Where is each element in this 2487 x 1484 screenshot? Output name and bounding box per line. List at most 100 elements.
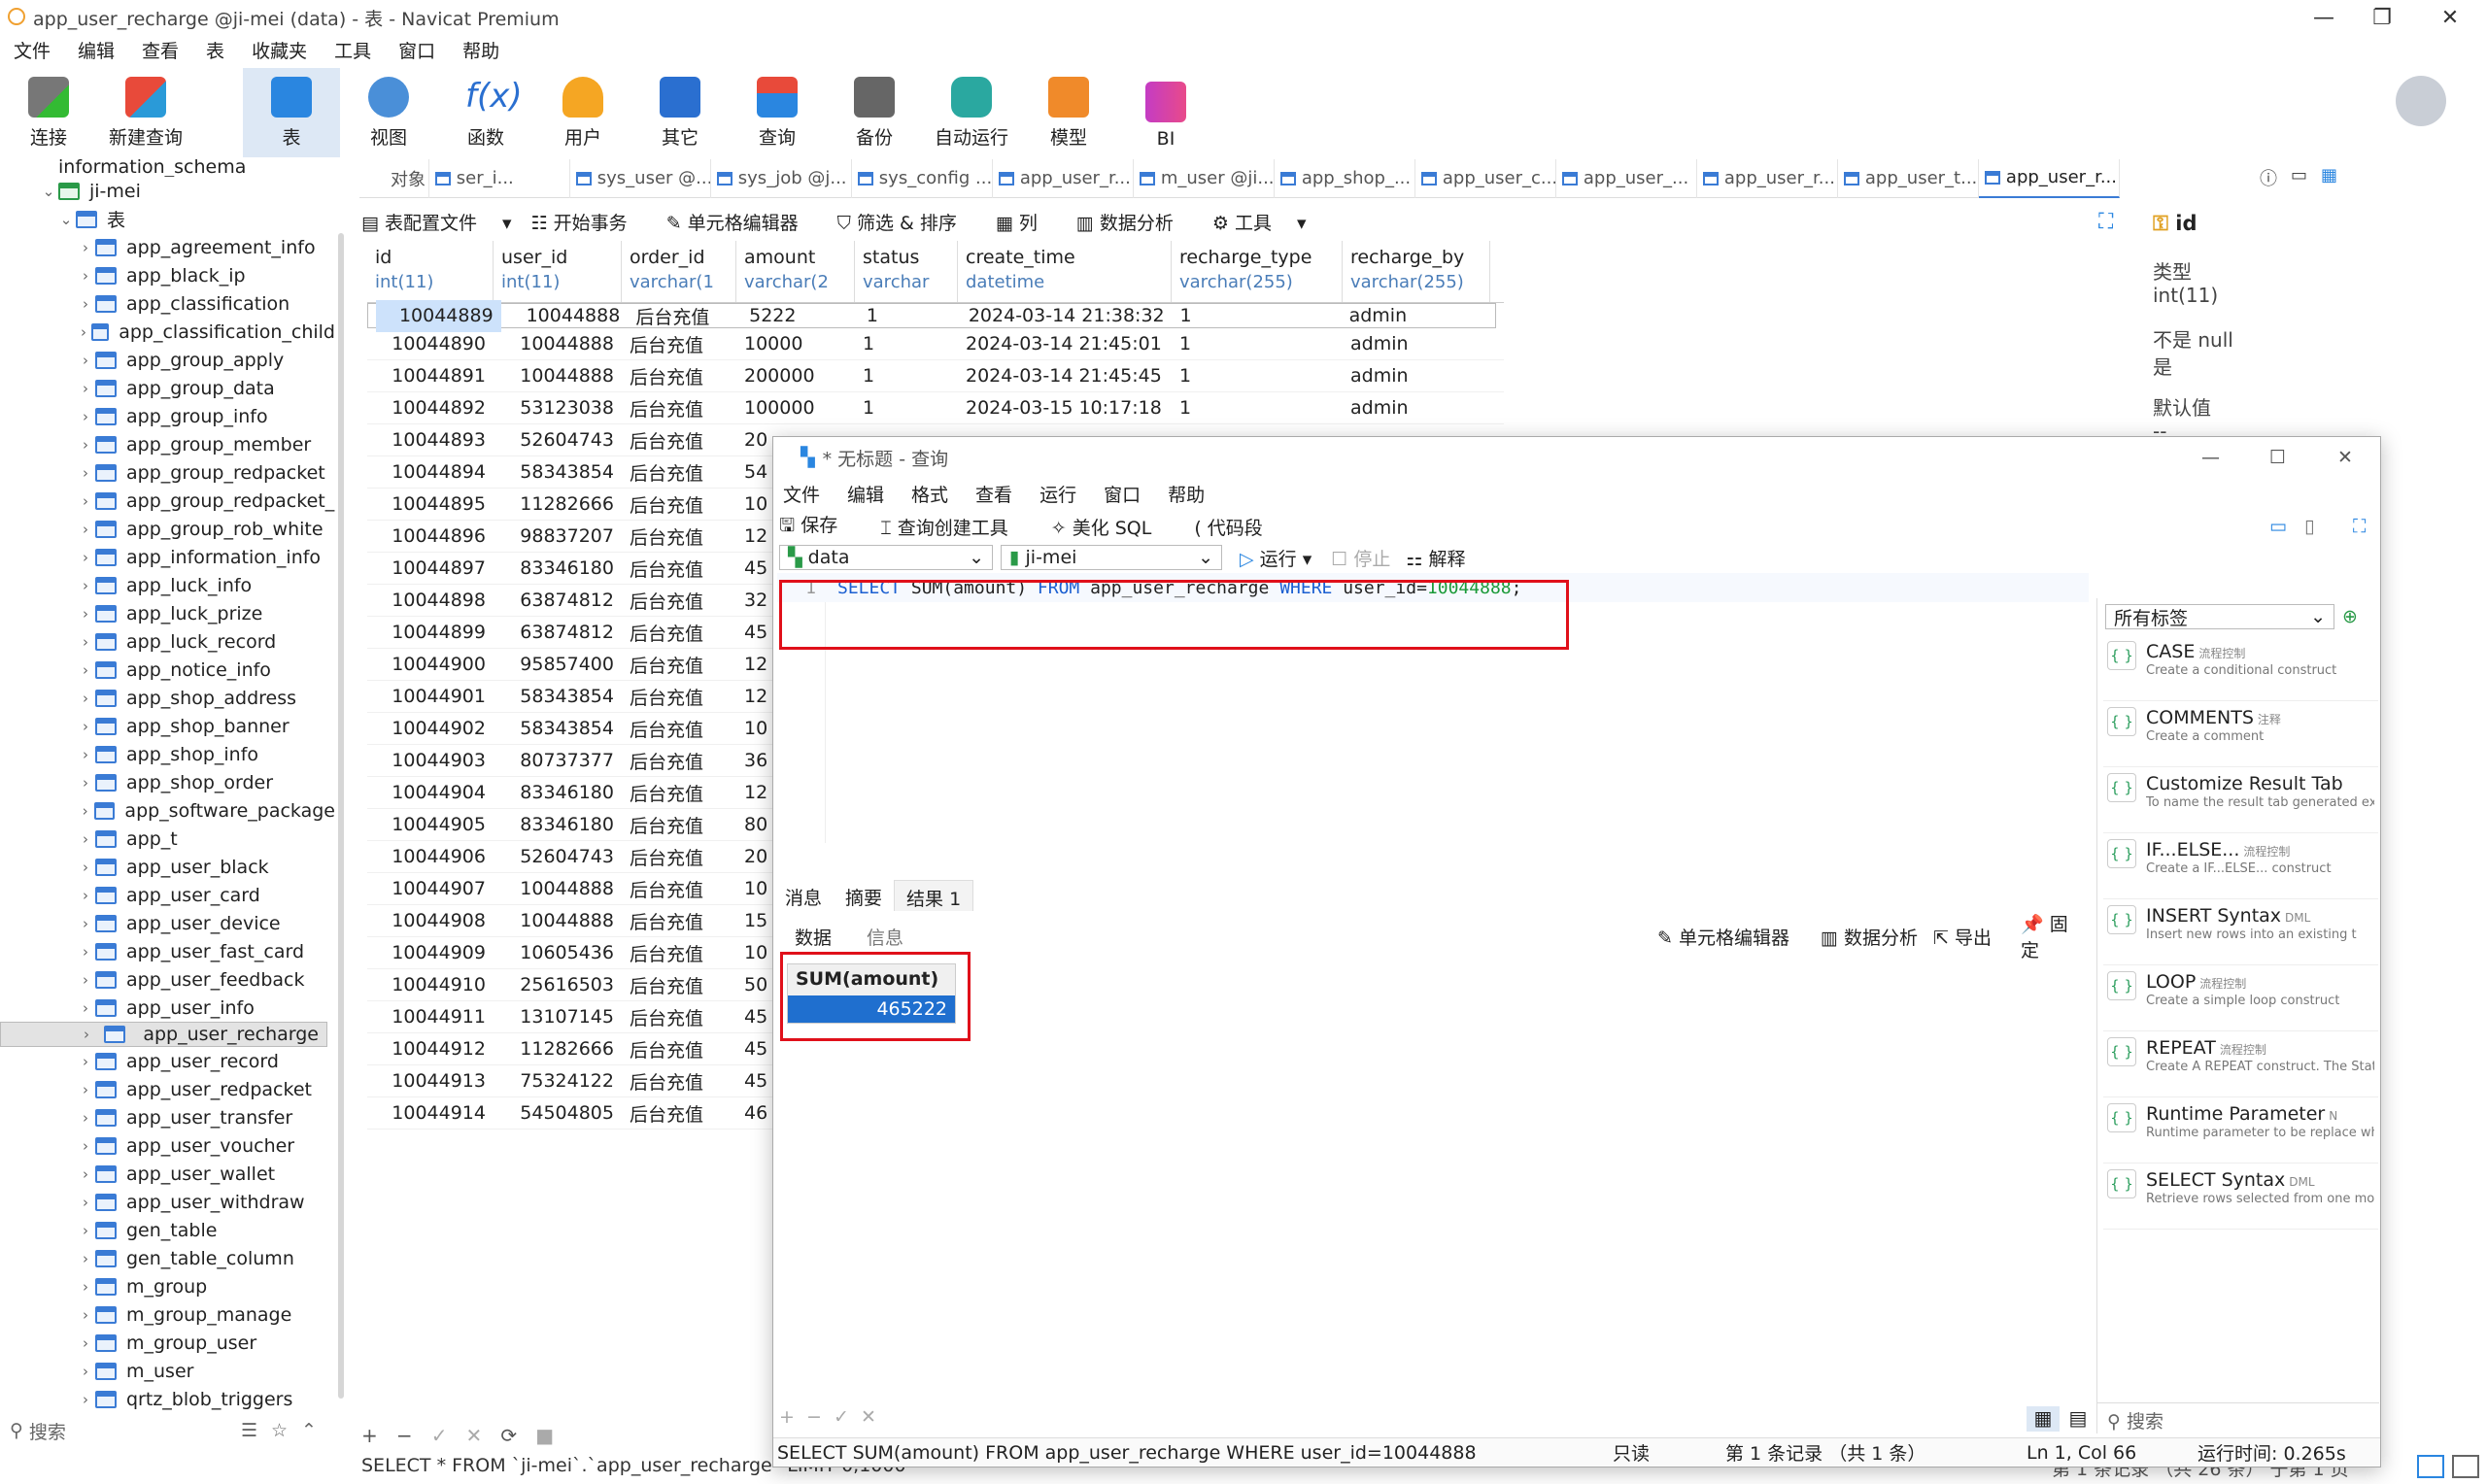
table-cell[interactable]: 后台充值 <box>622 523 736 550</box>
query-minimize-button[interactable]: — <box>2201 447 2220 468</box>
connect-button[interactable]: 连接 <box>0 68 97 157</box>
table-cell[interactable]: 63874812 <box>494 590 622 611</box>
pin-button[interactable]: 📌 固定 <box>2021 910 2085 962</box>
maximize-button[interactable]: ❐ <box>2351 0 2413 35</box>
tree-table-item[interactable]: › app_user_info <box>0 994 335 1022</box>
tree-table-item[interactable]: › qrtz_blob_triggers <box>0 1385 335 1410</box>
table-cell[interactable]: 后台充值 <box>622 1036 736 1062</box>
tab-objects[interactable]: 对象 <box>359 158 429 198</box>
snippet-item[interactable]: { } IF...ELSE... 流程控制 Create a IF...ELSE...… <box>2103 833 2378 899</box>
table-cell[interactable]: 10044905 <box>367 814 494 835</box>
table-cell[interactable]: 2024-03-14 21:38:32 <box>961 305 1173 326</box>
tree-table-item[interactable]: › app_user_voucher <box>0 1131 335 1160</box>
add-icon[interactable]: + <box>779 1406 795 1428</box>
table-cell[interactable]: 95857400 <box>494 654 622 675</box>
check-icon[interactable]: ✓ <box>834 1406 849 1428</box>
tree-table-item[interactable]: › app_user_wallet <box>0 1160 335 1188</box>
table-cell[interactable]: 58343854 <box>494 461 622 483</box>
chevron-right-icon[interactable]: › <box>76 1194 95 1211</box>
export-button[interactable]: ⇱ 导出 <box>1933 924 1992 950</box>
save-button[interactable]: 🖫 保存 <box>779 511 859 543</box>
table-cell[interactable]: 53123038 <box>494 397 622 419</box>
column-header[interactable]: order_id varchar(1 <box>622 241 736 302</box>
table-cell[interactable]: 10044912 <box>367 1038 494 1060</box>
tree-table-item[interactable]: › app_user_device <box>0 909 335 937</box>
result-analysis-button[interactable]: ▥ 数据分析 <box>1821 924 1918 950</box>
query-button[interactable]: 查询 <box>729 68 826 157</box>
table-cell[interactable]: 后台充值 <box>622 427 736 454</box>
tree-search-bar[interactable]: ⚲ 搜索 ☰ ☆ ⌃ <box>0 1413 335 1448</box>
table-cell[interactable]: 58343854 <box>494 686 622 707</box>
chevron-right-icon[interactable]: › <box>76 971 95 989</box>
chevron-right-icon[interactable]: › <box>76 1081 95 1098</box>
table-cell[interactable]: 10044888 <box>494 878 622 899</box>
chevron-right-icon[interactable]: › <box>76 1278 95 1296</box>
chevron-right-icon[interactable]: › <box>76 718 95 735</box>
table-cell[interactable]: 1 <box>859 305 961 326</box>
table-cell[interactable]: 10044888 <box>501 305 629 326</box>
tree-table-item[interactable]: › app_classification_child <box>0 318 335 346</box>
table-profile-button[interactable]: ▤ 表配置文件 ▾ <box>361 209 512 235</box>
table-cell[interactable]: 10044893 <box>367 429 494 451</box>
tree-table-item[interactable]: › gen_table <box>0 1216 335 1244</box>
chevron-right-icon[interactable]: › <box>76 830 95 848</box>
result-cell-editor-button[interactable]: ✎ 单元格编辑器 <box>1657 924 1789 950</box>
chevron-right-icon[interactable]: › <box>76 746 95 763</box>
tree-table-item[interactable]: › app_shop_address <box>0 684 335 712</box>
tree-table-item[interactable]: › app_user_card <box>0 881 335 909</box>
table-cell[interactable]: 10044889 <box>376 299 501 332</box>
expand-icon[interactable]: ⛶ <box>2098 210 2113 234</box>
table-cell[interactable]: 52604743 <box>494 429 622 451</box>
schema-select[interactable]: ▮ ji-mei ⌄ <box>1001 545 1222 570</box>
tree-table-item[interactable]: › app_agreement_info <box>0 233 335 261</box>
snippet-item[interactable]: { } Runtime Parameter N Runtime parameter t… <box>2103 1097 2378 1164</box>
function-button[interactable]: f(x) 函数 <box>437 68 534 157</box>
tree-table-item[interactable]: › app_user_feedback <box>0 965 335 994</box>
tree-table-item[interactable]: › app_notice_info <box>0 656 335 684</box>
table-cell[interactable]: 10044891 <box>367 365 494 387</box>
menu-edit[interactable]: 编辑 <box>64 37 128 66</box>
table-cell[interactable]: 10044898 <box>367 590 494 611</box>
table-cell[interactable]: 52604743 <box>494 846 622 867</box>
table-cell[interactable]: 后台充值 <box>622 1004 736 1030</box>
table-cell[interactable]: 后台充值 <box>622 908 736 934</box>
table-cell[interactable]: 1 <box>855 333 958 354</box>
table-cell[interactable]: 后台充值 <box>622 716 736 742</box>
add-snippet-icon[interactable]: ⊕ <box>2342 606 2358 627</box>
table-cell[interactable]: 2024-03-14 21:45:01 <box>958 333 1172 354</box>
chevron-right-icon[interactable]: › <box>76 1391 95 1408</box>
table-cell[interactable]: 83346180 <box>494 782 622 803</box>
chevron-right-icon[interactable]: › <box>76 1109 95 1127</box>
layout-split-icon[interactable]: ▭ <box>2269 516 2287 537</box>
object-tab[interactable]: app_shop_... <box>1275 158 1415 198</box>
table-cell[interactable]: 10044897 <box>367 557 494 579</box>
table-cell[interactable]: admin <box>1343 365 1490 387</box>
table-cell[interactable]: 1 <box>1172 305 1341 326</box>
table-cell[interactable]: 后台充值 <box>622 940 736 966</box>
tree-table-item[interactable]: › app_user_recharge <box>0 1022 327 1047</box>
tree-table-item[interactable]: › app_group_redpacket_ <box>0 487 335 515</box>
chevron-down-icon[interactable]: ⌄ <box>56 211 76 228</box>
table-cell[interactable]: 后台充值 <box>622 459 736 486</box>
layout-form-icon[interactable] <box>2452 1455 2479 1478</box>
object-tab[interactable]: app_user_c... <box>1415 158 1556 198</box>
qmenu-edit[interactable]: 编辑 <box>837 481 902 507</box>
apply-icon[interactable]: ✓ <box>431 1424 448 1447</box>
chevron-right-icon[interactable]: › <box>76 577 95 594</box>
tree-table-item[interactable]: › app_shop_banner <box>0 712 335 740</box>
table-cell[interactable]: 54504805 <box>494 1102 622 1124</box>
chevron-right-icon[interactable]: › <box>76 690 95 707</box>
snippet-item[interactable]: { } Customize Result Tab To name the resul… <box>2103 767 2378 833</box>
remove-icon[interactable]: − <box>806 1406 822 1428</box>
tree-table-item[interactable]: › app_group_apply <box>0 346 335 374</box>
tab-summary[interactable]: 摘要 <box>834 880 894 911</box>
automation-button[interactable]: 自动运行 <box>923 68 1020 157</box>
table-cell[interactable]: 10044901 <box>367 686 494 707</box>
model-button[interactable]: 模型 <box>1020 68 1117 157</box>
tree-db-ji-mei[interactable]: ⌄ ji-mei <box>0 177 335 205</box>
filter-sort-button[interactable]: ⛉ 筛选 & 排序 <box>837 209 976 235</box>
chevron-right-icon[interactable]: › <box>76 323 91 341</box>
object-tab[interactable]: app_user_r... <box>1697 158 1838 198</box>
table-button[interactable]: 表 <box>243 68 340 157</box>
query-close-button[interactable]: ✕ <box>2337 447 2353 468</box>
